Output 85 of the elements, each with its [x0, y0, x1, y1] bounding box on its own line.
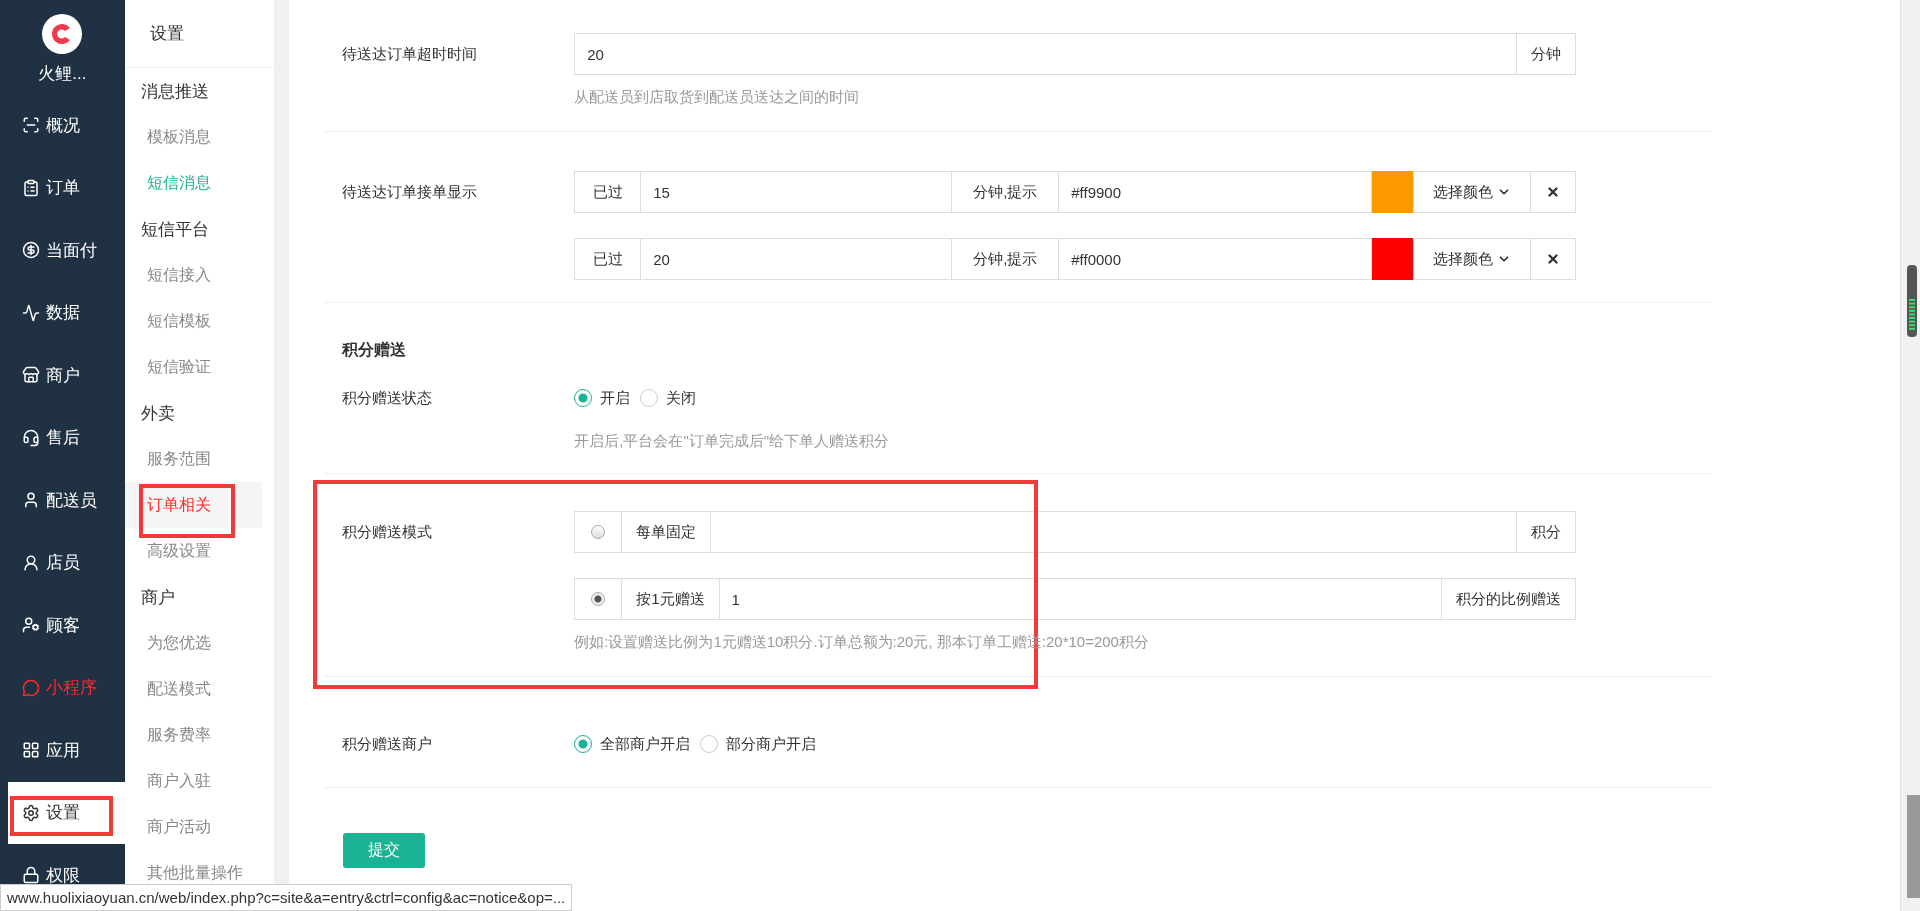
sidebar-item[interactable]: 数据 [0, 281, 125, 344]
subnav-item[interactable]: 为您优选 [124, 620, 263, 666]
brand-name: 火鲤... [38, 63, 87, 85]
nav-icon [22, 241, 40, 260]
sidebar-item[interactable]: 应用 [0, 719, 125, 782]
subnav-item[interactable]: 商户入驻 [124, 758, 263, 804]
option-addon: 按1元赠送 [621, 578, 720, 620]
subnav-item[interactable]: 短信模板 [124, 298, 263, 344]
subnav-item[interactable]: 服务范围 [124, 436, 263, 482]
nav-icon [22, 116, 40, 135]
status-url-tooltip: www.huolixiaoyuan.cn/web/index.php?c=site&a=entry&ctrl=config&ac=notice&op=... [0, 884, 573, 911]
radio-label[interactable]: 开启 [600, 388, 631, 408]
sidebar-item[interactable]: 顾客 [0, 594, 125, 657]
subnav-heading: 商户 [139, 586, 176, 609]
nav-icon [22, 178, 40, 197]
nav-icon [22, 366, 40, 385]
sidebar-item[interactable]: 售后 [0, 406, 125, 469]
sidebar-item[interactable]: 当面付 [0, 219, 125, 282]
prefix-addon: 已过 [574, 238, 642, 280]
radio-label[interactable]: 部分商户开启 [726, 734, 817, 754]
radio-button[interactable] [591, 525, 606, 539]
subnav-heading: 短信平台 [139, 218, 210, 241]
sidebar-item[interactable]: 商户 [0, 344, 125, 407]
nav-icon [22, 803, 40, 822]
field-label: 积分赠送模式 [342, 522, 434, 542]
select-color-button[interactable]: 选择颜色 [1413, 238, 1532, 280]
sidebar-item[interactable]: 订单 [0, 156, 125, 219]
radio-button[interactable] [591, 592, 606, 606]
sidebar-item[interactable]: 配送员 [0, 469, 125, 532]
subnav-heading: 外卖 [139, 402, 176, 425]
field-label: 待送达订单接单显示 [342, 182, 479, 202]
sidebar-item[interactable]: 店员 [0, 531, 125, 594]
subnav-item[interactable]: 短信验证 [124, 344, 263, 390]
close-icon [1546, 252, 1561, 266]
subnav-item[interactable]: 配送模式 [124, 666, 263, 712]
nav-icon [22, 553, 40, 572]
nav-icon [22, 616, 40, 635]
nav-icon [22, 491, 40, 510]
field-label: 积分赠送状态 [342, 388, 434, 408]
input-field[interactable] [710, 511, 1518, 553]
nav-icon [22, 428, 40, 447]
radio-label[interactable]: 关闭 [666, 388, 697, 408]
field-label: 待送达订单超时时间 [342, 44, 479, 64]
subnav-item[interactable]: 模板消息 [124, 114, 263, 160]
option-addon: 每单固定 [621, 511, 712, 553]
remove-button[interactable] [1530, 238, 1577, 280]
subnav-item[interactable]: 短信接入 [124, 252, 263, 298]
radio-button[interactable] [700, 735, 719, 753]
remove-button[interactable] [1530, 171, 1577, 213]
sidebar-item[interactable]: 小程序 [0, 656, 125, 719]
subnav-heading: 消息推送 [139, 80, 210, 103]
field-label: 积分赠送商户 [342, 734, 434, 754]
select-color-button[interactable]: 选择颜色 [1413, 171, 1532, 213]
close-icon [1546, 185, 1561, 199]
input-field[interactable]: 15 [640, 171, 953, 213]
subnav-item[interactable]: 高级设置 [124, 528, 263, 574]
logo-icon [42, 14, 83, 54]
nav-icon [22, 741, 40, 760]
sidebar-item[interactable]: 概况 [0, 94, 125, 157]
input-field[interactable]: 1 [718, 578, 1443, 620]
nav-icon [22, 866, 40, 885]
radio-button[interactable] [640, 389, 659, 407]
help-text: 从配送员到店取货到配送员送达之间的时间 [574, 88, 861, 107]
input-field[interactable]: 20 [574, 33, 1518, 75]
subnav-item[interactable]: 服务费率 [124, 712, 263, 758]
radio-label[interactable]: 全部商户开启 [600, 734, 691, 754]
unit-addon: 积分的比例赠送 [1441, 578, 1577, 620]
scrollbar-thumb[interactable] [1907, 795, 1920, 898]
unit-addon: 分钟,提示 [951, 171, 1060, 213]
color-input[interactable]: #ff9900 [1058, 171, 1373, 213]
nav-icon [22, 678, 40, 697]
radio-button[interactable] [574, 389, 593, 407]
color-input[interactable]: #ff0000 [1058, 238, 1373, 280]
prefix-addon: 已过 [574, 171, 642, 213]
input-field[interactable]: 20 [640, 238, 953, 280]
subnav-item[interactable]: 商户活动 [124, 804, 263, 850]
help-text: 开启后,平台会在"订单完成后"给下单人赠送积分 [574, 432, 891, 451]
section-title: 积分赠送 [340, 340, 408, 360]
unit-addon: 分钟,提示 [951, 238, 1060, 280]
unit-addon: 积分 [1516, 511, 1577, 553]
radio-button[interactable] [574, 735, 593, 753]
meter-icon [1907, 265, 1917, 337]
nav-icon [22, 303, 40, 322]
scrollbar[interactable] [1900, 0, 1920, 911]
unit-addon: 分钟 [1516, 33, 1577, 75]
